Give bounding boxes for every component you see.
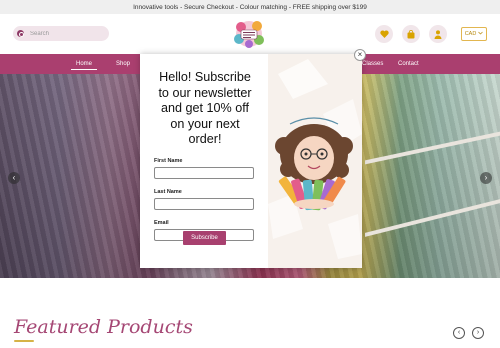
popup-close-button[interactable]: × — [354, 49, 366, 61]
chevron-down-icon — [478, 31, 484, 37]
search-icon[interactable] — [17, 30, 24, 37]
slider-next-button[interactable]: › — [480, 172, 492, 184]
nav-item-contact[interactable]: Contact — [398, 54, 419, 74]
slider-prev-button[interactable]: ‹ — [8, 172, 20, 184]
featured-products-heading: Featured Products — [14, 316, 193, 338]
last-name-label: Last Name — [154, 188, 182, 195]
heading-underline — [14, 340, 34, 342]
chevron-right-icon: › — [484, 173, 488, 182]
nav-item-home[interactable]: Home — [70, 54, 98, 74]
search-input[interactable] — [30, 30, 100, 37]
last-name-field[interactable] — [154, 197, 254, 210]
wishlist-heart-icon[interactable] — [375, 25, 393, 43]
chevron-right-icon: › — [476, 329, 480, 336]
chevron-left-icon: ‹ — [457, 329, 461, 336]
newsletter-form: Hello! Subscribe to our newsletter and g… — [140, 54, 268, 268]
currency-selector[interactable]: CAD — [461, 27, 487, 41]
first-name-label: First Name — [154, 157, 183, 164]
popup-title: Hello! Subscribe to our newsletter and g… — [158, 70, 252, 146]
featured-prev-button[interactable]: ‹ — [453, 327, 465, 339]
search-box[interactable] — [13, 26, 109, 41]
currency-label: CAD — [464, 31, 477, 37]
cart-bag-icon[interactable] — [402, 25, 420, 43]
first-name-field[interactable] — [154, 166, 254, 179]
close-icon: × — [357, 50, 363, 59]
site-header: CAD — [0, 14, 500, 54]
email-label: Email — [154, 219, 169, 226]
nav-item-shop[interactable]: Shop — [116, 54, 130, 74]
announcement-text: Innovative tools - Secure Checkout - Col… — [133, 3, 367, 11]
announcement-bar: Innovative tools - Secure Checkout - Col… — [0, 0, 500, 14]
site-logo[interactable] — [232, 18, 266, 50]
account-user-icon[interactable] — [429, 25, 447, 43]
featured-next-button[interactable]: › — [472, 327, 484, 339]
newsletter-popup: Hello! Subscribe to our newsletter and g… — [140, 49, 366, 268]
chevron-left-icon: ‹ — [12, 173, 16, 182]
subscribe-button[interactable]: Subscribe — [183, 231, 226, 245]
popup-illustration — [268, 54, 362, 268]
